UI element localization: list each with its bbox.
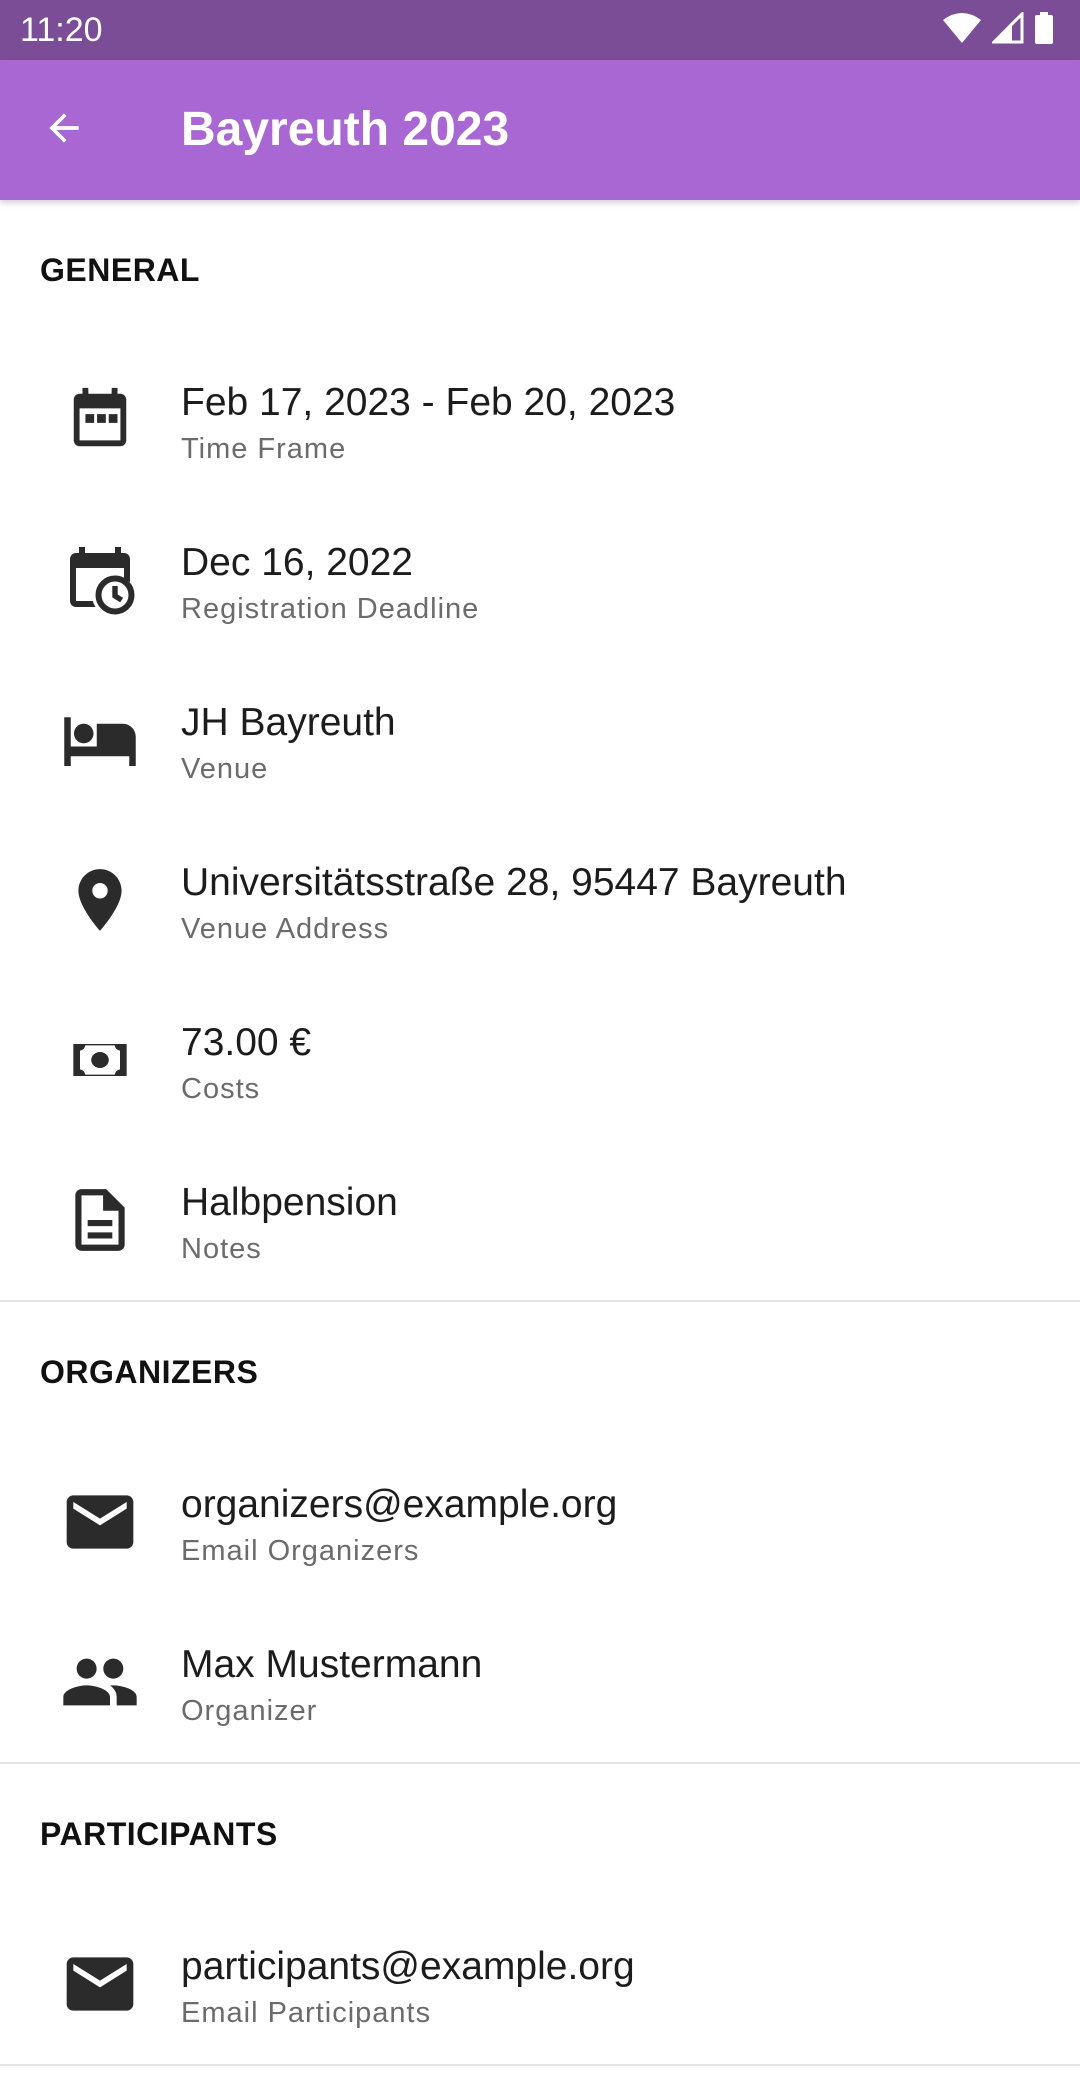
status-bar: 11:20: [0, 0, 1080, 60]
item-primary: organizers@example.org: [181, 1483, 618, 1526]
battery-icon: [1034, 11, 1054, 49]
bed-icon: [60, 700, 140, 780]
email-icon: [60, 1482, 140, 1562]
item-primary: 73.00 €: [181, 1021, 312, 1064]
list-item-registration-deadline[interactable]: Dec 16, 2022 Registration Deadline: [0, 500, 1080, 660]
section-title: ORGANIZERS: [40, 1354, 259, 1390]
section-title: GENERAL: [40, 252, 200, 288]
list-item-email-organizers[interactable]: organizers@example.org Email Organizers: [0, 1442, 1080, 1602]
list-item-organizer[interactable]: Max Mustermann Organizer: [0, 1602, 1080, 1762]
back-button[interactable]: [28, 94, 100, 166]
list-item-notes[interactable]: Halbpension Notes: [0, 1140, 1080, 1300]
item-primary: Max Mustermann: [181, 1643, 483, 1686]
item-primary: Universitätsstraße 28, 95447 Bayreuth: [181, 861, 847, 904]
wifi-icon: [942, 12, 982, 49]
people-icon: [60, 1642, 140, 1722]
calendar-icon: [60, 380, 140, 460]
email-icon: [60, 1944, 140, 2024]
section-header-general: GENERAL: [0, 200, 1080, 340]
list-item-venue[interactable]: JH Bayreuth Venue: [0, 660, 1080, 820]
section-header-participants: PARTICIPANTS: [0, 1764, 1080, 1904]
document-icon: [60, 1180, 140, 1260]
money-icon: [60, 1020, 140, 1100]
item-secondary: Organizer: [181, 1695, 318, 1727]
status-icons: [942, 9, 1054, 49]
list-item-costs[interactable]: 73.00 € Costs: [0, 980, 1080, 1140]
item-secondary: Email Participants: [181, 1997, 432, 2029]
item-primary: participants@example.org: [181, 1945, 635, 1988]
calendar-clock-icon: [60, 540, 140, 620]
list-item-venue-address[interactable]: Universitätsstraße 28, 95447 Bayreuth Ve…: [0, 820, 1080, 980]
item-secondary: Registration Deadline: [181, 593, 480, 625]
event-details: GENERAL Feb 17, 2023 - Feb 20, 2023 Time…: [0, 200, 1080, 2066]
item-primary: Dec 16, 2022: [181, 541, 414, 584]
list-item-email-participants[interactable]: participants@example.org Email Participa…: [0, 1904, 1080, 2064]
status-time: 11:20: [20, 11, 103, 49]
item-secondary: Email Organizers: [181, 1535, 420, 1567]
item-primary: Feb 17, 2023 - Feb 20, 2023: [181, 381, 676, 424]
item-secondary: Notes: [181, 1233, 262, 1265]
divider: [0, 2064, 1080, 2066]
location-pin-icon: [60, 860, 140, 940]
item-secondary: Venue: [181, 753, 269, 785]
signal-icon: [990, 9, 1024, 49]
item-primary: JH Bayreuth: [181, 701, 396, 744]
list-item-time-frame[interactable]: Feb 17, 2023 - Feb 20, 2023 Time Frame: [0, 340, 1080, 500]
app-bar: Bayreuth 2023: [0, 60, 1080, 200]
arrow-back-icon: [42, 106, 86, 155]
page-title: Bayreuth 2023: [181, 103, 510, 156]
item-secondary: Time Frame: [181, 433, 347, 465]
section-title: PARTICIPANTS: [40, 1816, 278, 1852]
item-primary: Halbpension: [181, 1181, 398, 1224]
item-secondary: Venue Address: [181, 913, 390, 945]
section-header-organizers: ORGANIZERS: [0, 1302, 1080, 1442]
item-secondary: Costs: [181, 1073, 261, 1105]
